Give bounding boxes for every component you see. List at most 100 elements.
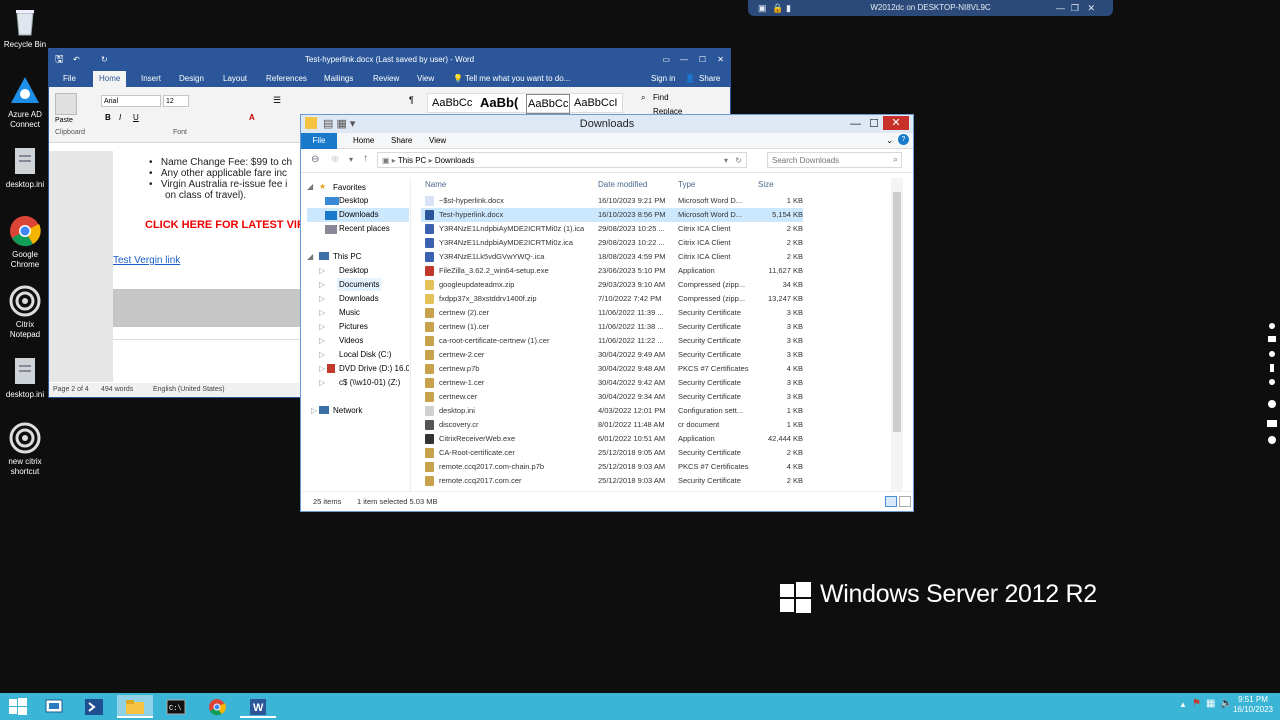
column-date[interactable]: Date modified bbox=[598, 180, 647, 194]
minimize-button[interactable]: — bbox=[680, 49, 688, 71]
nav-fav-recent[interactable]: Recent places bbox=[339, 224, 390, 233]
desktop-icon-azure-ad[interactable]: Azure AD Connect bbox=[2, 75, 48, 130]
save-icon[interactable]: 🖫 bbox=[55, 49, 64, 71]
back-button[interactable]: ⊖ bbox=[311, 154, 319, 165]
help-icon[interactable]: ? bbox=[898, 134, 909, 145]
font-size-select[interactable]: 12 bbox=[163, 95, 189, 107]
large-icons-view-icon[interactable] bbox=[899, 496, 911, 507]
explorer-title-bar[interactable]: ▤ ▦ ▾ Downloads — ☐ ✕ bbox=[301, 115, 913, 133]
desktop-icon-chrome[interactable]: Google Chrome bbox=[2, 215, 48, 270]
undo-icon[interactable]: ↶ bbox=[73, 49, 80, 71]
tab-file[interactable]: File bbox=[63, 74, 76, 83]
toolbar-icons[interactable] bbox=[1265, 320, 1279, 450]
test-hyperlink[interactable]: Test Vergin link bbox=[113, 255, 180, 266]
expand-icon[interactable]: ▷ bbox=[319, 336, 325, 345]
pin-icon[interactable]: ▣ bbox=[758, 0, 767, 16]
breadcrumb-downloads[interactable]: Downloads bbox=[435, 156, 475, 165]
clock[interactable]: 9:51 PM 16/10/2023 bbox=[1230, 695, 1276, 715]
file-row[interactable]: certnew-2.cer 30/04/2022 9:49 AM Security … bbox=[421, 348, 803, 362]
font-name-select[interactable]: Arial bbox=[101, 95, 161, 107]
tab-home[interactable]: Home bbox=[93, 71, 127, 87]
file-row[interactable]: CA-Root-certificate.cer 25/12/2018 9:05 A… bbox=[421, 446, 803, 460]
tab-file[interactable]: File bbox=[301, 133, 337, 149]
tab-share[interactable]: Share bbox=[391, 136, 412, 145]
search-box[interactable]: ⌕ bbox=[767, 152, 902, 168]
column-name[interactable]: Name bbox=[425, 180, 446, 194]
paste-icon[interactable] bbox=[55, 93, 77, 115]
restore-button[interactable]: ❐ bbox=[1071, 0, 1079, 16]
nav-pc-dvd[interactable]: DVD Drive (D:) 16.0.4 bbox=[339, 364, 409, 373]
breadcrumb-this-pc[interactable]: This PC bbox=[398, 156, 426, 165]
bold-button[interactable]: B bbox=[105, 113, 111, 122]
font-color-button[interactable]: A bbox=[249, 113, 255, 122]
share-button[interactable]: Share bbox=[699, 74, 720, 83]
tab-review[interactable]: Review bbox=[373, 74, 399, 83]
nav-pc-videos[interactable]: Videos bbox=[339, 336, 363, 345]
find-button[interactable]: Find bbox=[653, 93, 669, 102]
word-title-bar[interactable]: 🖫 ↶ ↻ Test-hyperlink.docx (Last saved by… bbox=[49, 49, 730, 71]
search-input[interactable] bbox=[768, 153, 886, 167]
style-heading2[interactable]: AaBbCcI bbox=[574, 94, 617, 112]
start-button[interactable] bbox=[0, 695, 36, 718]
file-explorer-button[interactable] bbox=[117, 695, 153, 718]
ribbon-display-icon[interactable]: ▭ bbox=[662, 49, 670, 71]
tab-insert[interactable]: Insert bbox=[141, 74, 161, 83]
nav-fav-downloads[interactable]: Downloads bbox=[339, 210, 379, 219]
tab-layout[interactable]: Layout bbox=[223, 74, 247, 83]
italic-button[interactable]: I bbox=[119, 113, 121, 122]
nav-pc-downloads[interactable]: Downloads bbox=[339, 294, 379, 303]
desktop-icon-citrix-notepad[interactable]: Citrix Notepad bbox=[2, 285, 48, 340]
file-row[interactable]: desktop.ini 4/03/2022 12:01 PM Configurati… bbox=[421, 404, 803, 418]
collapse-icon[interactable]: ◢ bbox=[307, 182, 313, 191]
chevron-down-icon[interactable]: ⌄ bbox=[886, 136, 893, 145]
expand-icon[interactable]: ▷ bbox=[319, 308, 325, 317]
expand-icon[interactable]: ▷ bbox=[319, 364, 325, 373]
explorer-window[interactable]: ▤ ▦ ▾ Downloads — ☐ ✕ File Home Share Vi… bbox=[300, 114, 914, 512]
file-row[interactable]: Test-hyperlink.docx 16/10/2023 8:56 PM Mic… bbox=[421, 208, 803, 222]
tell-me-box[interactable]: Tell me what you want to do... bbox=[465, 74, 570, 83]
collapse-icon[interactable]: ◢ bbox=[307, 252, 313, 261]
status-page[interactable]: Page 2 of 4 bbox=[53, 383, 89, 397]
details-view-icon[interactable] bbox=[885, 496, 897, 507]
network-tray-icon[interactable]: ▦ bbox=[1206, 698, 1215, 709]
sign-in-link[interactable]: Sign in bbox=[651, 74, 675, 83]
nav-fav-desktop[interactable]: Desktop bbox=[339, 196, 368, 205]
nav-network[interactable]: Network bbox=[333, 406, 362, 415]
forward-button[interactable]: ⊕ bbox=[331, 154, 339, 165]
nav-pc-music[interactable]: Music bbox=[339, 308, 360, 317]
file-row[interactable]: googleupdateadmx.zip 29/03/2023 9:10 AM Co… bbox=[421, 278, 803, 292]
scrollbar-thumb[interactable] bbox=[893, 192, 901, 432]
word-button[interactable]: W bbox=[240, 695, 276, 718]
file-row[interactable]: certnew (1).cer 11/06/2022 11:38 ... Secur… bbox=[421, 320, 803, 334]
nav-pc-desktop[interactable]: Desktop bbox=[339, 266, 368, 275]
expand-icon[interactable]: ▷ bbox=[319, 280, 325, 289]
file-row[interactable]: Y3R4NzE1LndpbiAyMDE2ICRTMi0z.ica 29/08/20… bbox=[421, 236, 803, 250]
paragraph-mark-icon[interactable]: ¶ bbox=[409, 95, 414, 105]
file-row[interactable]: discovery.cr 8/01/2022 11:48 AM cr documen… bbox=[421, 418, 803, 432]
recent-locations-button[interactable]: ▾ bbox=[349, 155, 353, 164]
show-hidden-icons[interactable]: ▲ bbox=[1179, 700, 1187, 709]
nav-pc-documents[interactable]: Documents bbox=[339, 280, 379, 289]
refresh-icon[interactable]: ↻ bbox=[735, 153, 742, 168]
desktop-icon-recycle-bin[interactable]: Recycle Bin bbox=[2, 5, 48, 50]
file-row[interactable]: Y3R4NzE1LndpbiAyMDE2ICRTMi0z (1).ica 29/0… bbox=[421, 222, 803, 236]
file-row[interactable]: certnew.cer 30/04/2022 9:34 AM Security Ce… bbox=[421, 390, 803, 404]
column-size[interactable]: Size bbox=[758, 180, 774, 194]
chrome-button[interactable] bbox=[199, 695, 235, 718]
file-row[interactable]: FileZilla_3.62.2_win64-setup.exe 23/06/20… bbox=[421, 264, 803, 278]
remote-connection-bar[interactable]: ▣ 🔒 ▮ W2012dc on DESKTOP-NI8VL9C — ❐ ✕ bbox=[748, 0, 1113, 16]
style-normal[interactable]: AaBbCc bbox=[432, 94, 472, 112]
side-toolbar[interactable] bbox=[1265, 320, 1279, 450]
expand-icon[interactable]: ▷ bbox=[311, 406, 317, 415]
paste-label[interactable]: Paste bbox=[55, 117, 73, 124]
expand-icon[interactable]: ▷ bbox=[319, 266, 325, 275]
up-button[interactable]: ↑ bbox=[363, 153, 368, 164]
address-bar[interactable]: ▣ ▸ This PC ▸ Downloads ▾ ↻ bbox=[377, 152, 747, 168]
close-button[interactable]: ✕ bbox=[883, 116, 909, 130]
column-type[interactable]: Type bbox=[678, 180, 695, 194]
file-row[interactable]: remote.ccq2017.com.cer 25/12/2018 9:03 AM… bbox=[421, 474, 803, 488]
nav-favorites[interactable]: Favorites bbox=[333, 183, 366, 192]
bullets-icon[interactable]: ☰ bbox=[273, 95, 281, 106]
desktop-icon-desktop-ini-2[interactable]: desktop.ini bbox=[2, 355, 48, 400]
action-center-icon[interactable]: ⚑ bbox=[1192, 698, 1201, 709]
